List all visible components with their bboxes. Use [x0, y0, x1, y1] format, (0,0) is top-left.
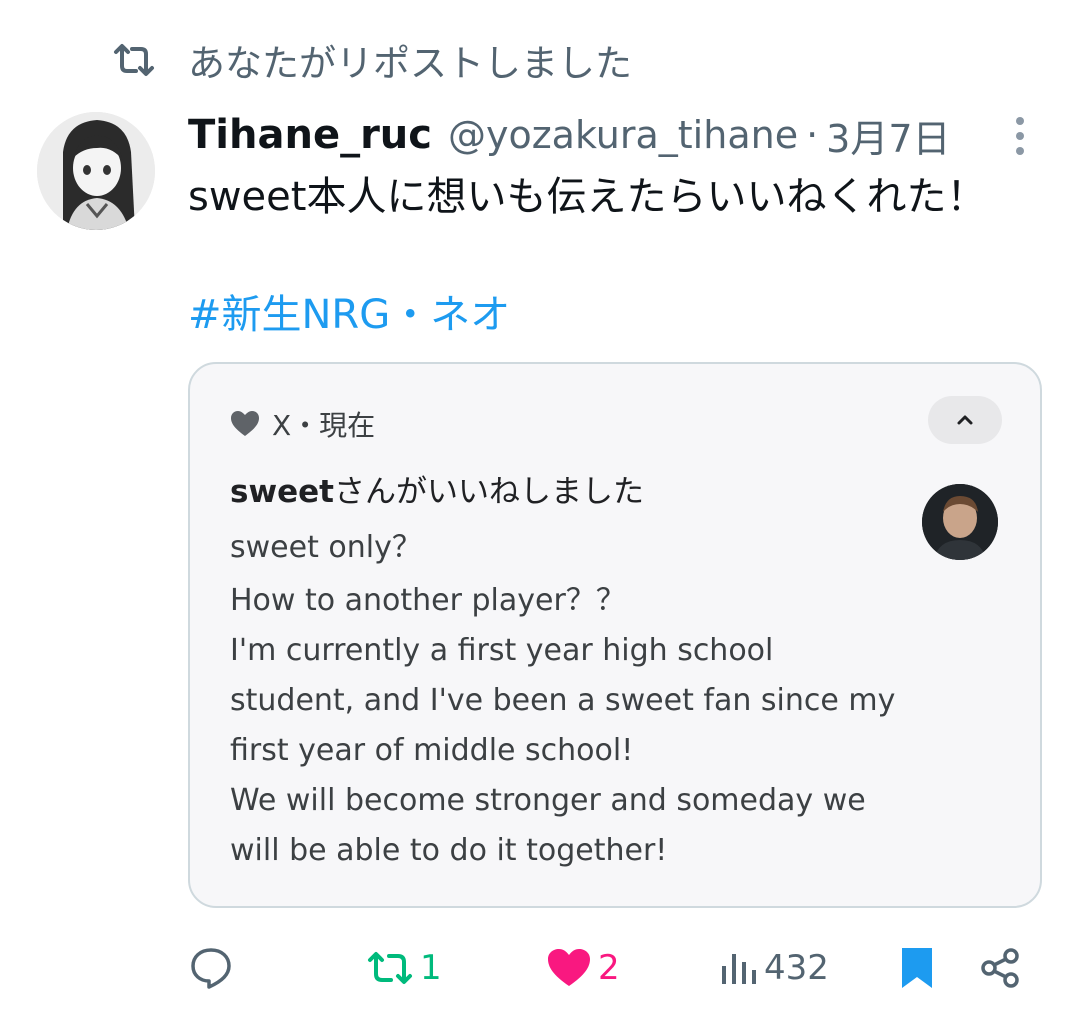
liker-avatar: [922, 484, 998, 560]
repost-count: 1: [420, 948, 442, 988]
bookmark-button[interactable]: [898, 938, 936, 998]
tweet-text: sweet本人に想いも伝えたらいいねくれた！: [188, 174, 987, 220]
like-button[interactable]: 2: [546, 938, 620, 998]
liker-name: sweet: [230, 474, 334, 510]
message-line: first year of middle school!: [230, 733, 634, 768]
repost-icon: [368, 952, 412, 984]
repost-banner[interactable]: あなたがリポストしました: [110, 36, 632, 85]
message-line: We will become stronger and someday we: [230, 783, 866, 818]
reply-button[interactable]: [188, 938, 234, 998]
heart-icon: [231, 411, 259, 436]
collapse-button[interactable]: [928, 396, 1002, 444]
heart-icon: [548, 949, 590, 986]
notification-suffix: さんがいいねしました: [333, 474, 644, 510]
share-button[interactable]: [980, 938, 1022, 998]
share-icon: [981, 948, 1019, 988]
chevron-up-icon: [957, 415, 973, 425]
views-icon: [722, 954, 756, 984]
notification-source: X・現在: [230, 404, 375, 444]
like-count: 2: [598, 948, 620, 988]
user-handle[interactable]: @yozakura_tihane: [448, 113, 798, 157]
reply-icon: [191, 948, 231, 989]
views-button[interactable]: 432: [718, 938, 829, 998]
repost-icon: [110, 36, 158, 84]
more-options-icon[interactable]: [1000, 112, 1040, 160]
bookmark-icon: [902, 948, 932, 988]
repost-button[interactable]: 1: [366, 938, 442, 998]
hashtag-link[interactable]: #新生NRG・ネオ: [188, 288, 510, 342]
views-count: 432: [764, 948, 829, 988]
attached-image-card[interactable]: X・現在 sweetさんがいいねしました sweet only？ How to …: [188, 362, 1042, 908]
message-line: How to another player？？: [230, 583, 626, 618]
tweet-header: Tihane_ruc @yozakura_tihane · 3月7日: [188, 108, 951, 162]
message-line: will be able to do it together!: [230, 833, 668, 868]
notification-message: How to another player？？ I'm currently a …: [230, 576, 930, 876]
source-label: X・現在: [272, 409, 376, 442]
avatar[interactable]: [37, 112, 155, 230]
repost-banner-text: あなたがリポストしました: [188, 42, 632, 85]
header-separator: ·: [806, 113, 819, 157]
display-name[interactable]: Tihane_ruc: [188, 112, 432, 158]
notification-title: sweetさんがいいねしました: [230, 466, 644, 511]
message-line: student, and I've been a sweet fan since…: [230, 683, 896, 718]
message-line: I'm currently a first year high school: [230, 633, 774, 668]
action-bar: 1 2 432: [0, 938, 1080, 998]
notification-subtitle: sweet only？: [230, 530, 422, 565]
tweet-date[interactable]: 3月7日: [826, 108, 950, 163]
